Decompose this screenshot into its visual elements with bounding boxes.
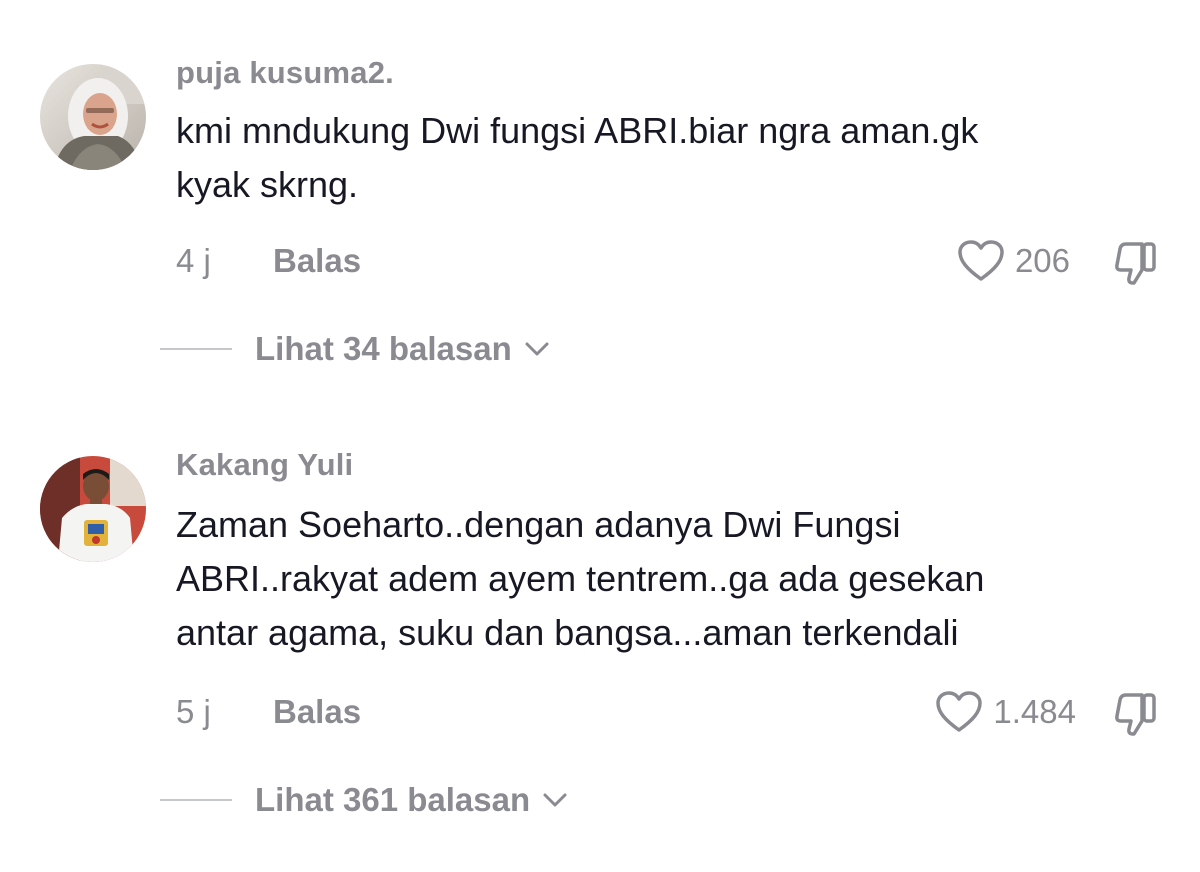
timestamp: 5 j xyxy=(176,693,211,730)
thumbs-down-icon[interactable] xyxy=(1112,689,1160,737)
like-button[interactable]: 206 xyxy=(957,236,1070,286)
divider xyxy=(160,799,232,801)
like-button[interactable]: 1.484 xyxy=(935,687,1076,737)
avatar[interactable] xyxy=(40,456,146,562)
user-avatar-icon xyxy=(40,456,146,562)
view-replies-button[interactable]: Lihat 361 balasan xyxy=(160,775,568,825)
heart-icon xyxy=(958,240,1004,281)
comment-text-line: antar agama, suku dan bangsa...aman terk… xyxy=(176,612,959,653)
comment-text-line: kmi mndukung Dwi fungsi ABRI.biar ngra a… xyxy=(176,110,979,151)
view-replies-label: Lihat 361 balasan xyxy=(255,781,531,818)
comment-text: kmi mndukung Dwi fungsi ABRI.biar ngra a… xyxy=(176,104,1136,212)
divider xyxy=(160,348,232,350)
comment-actions: 5 j Balas 1.484 xyxy=(0,687,1200,737)
thumbs-down-icon[interactable] xyxy=(1112,238,1160,286)
username[interactable]: puja kusuma2. xyxy=(176,55,394,91)
view-replies-button[interactable]: Lihat 34 balasan xyxy=(160,324,550,374)
comment-actions: 4 j Balas 206 xyxy=(0,236,1200,286)
reply-button[interactable]: Balas xyxy=(273,236,361,286)
avatar[interactable] xyxy=(40,64,146,170)
like-count: 1.484 xyxy=(993,693,1076,730)
chevron-down-icon xyxy=(525,342,549,356)
username[interactable]: Kakang Yuli xyxy=(176,447,353,483)
reply-button[interactable]: Balas xyxy=(273,687,361,737)
comment-text-line: kyak skrng. xyxy=(176,164,359,205)
heart-icon xyxy=(936,691,983,732)
comment-text: Zaman Soeharto..dengan adanya Dwi Fungsi… xyxy=(176,498,1136,660)
comment-text-line: Zaman Soeharto..dengan adanya Dwi Fungsi xyxy=(176,504,901,545)
timestamp: 4 j xyxy=(176,242,211,279)
comment-text-line: ABRI..rakyat adem ayem tentrem..ga ada g… xyxy=(176,558,985,599)
view-replies-label: Lihat 34 balasan xyxy=(255,330,512,367)
like-count: 206 xyxy=(1014,242,1070,279)
user-avatar-icon xyxy=(40,64,146,170)
chevron-down-icon xyxy=(543,793,567,807)
